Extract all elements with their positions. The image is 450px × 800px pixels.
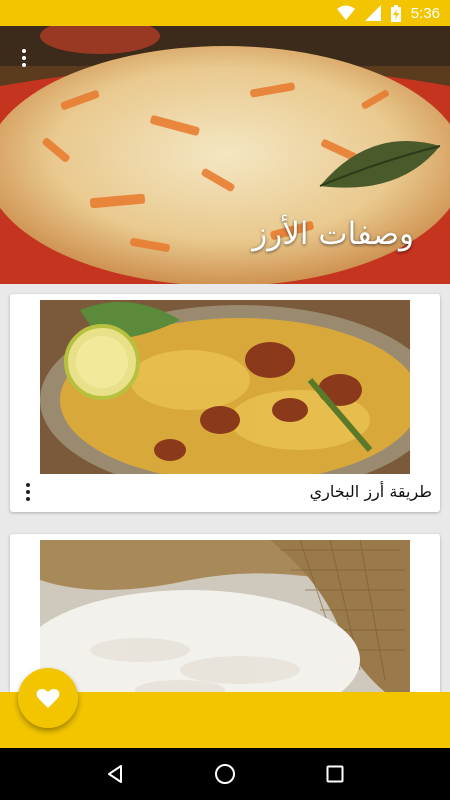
back-triangle-icon — [108, 765, 122, 783]
header-banner: وصفات الأرز — [0, 26, 450, 284]
recipe-title[interactable]: طريقة أرز البخاري — [310, 482, 432, 501]
recents-square-icon — [326, 765, 344, 783]
recipe-card-footer: طريقة أرز البخاري — [10, 474, 440, 512]
nav-recents-button[interactable] — [315, 754, 355, 794]
battery-charging-icon — [390, 4, 401, 22]
header-overflow-menu-icon[interactable] — [14, 46, 34, 70]
heart-icon — [36, 688, 60, 708]
status-bar: 5:36 — [0, 0, 450, 26]
signal-icon — [364, 5, 381, 21]
favorites-fab[interactable] — [18, 668, 78, 728]
home-circle-icon — [215, 764, 235, 784]
recipe-image[interactable] — [40, 300, 410, 474]
bukhari-rice-platter-photo — [40, 300, 410, 474]
recipe-card[interactable]: طريقة أرز البخاري — [10, 294, 440, 512]
system-nav-bar — [0, 748, 450, 800]
app-screen: 5:36 وصفات الأرز طريقة أرز البخاري — [0, 0, 450, 800]
status-time: 5:36 — [410, 4, 440, 22]
card-overflow-menu-icon[interactable] — [20, 480, 36, 504]
page-title: وصفات الأرز — [252, 216, 414, 252]
rice-sack-photo — [40, 540, 410, 714]
wifi-icon — [336, 5, 355, 21]
nav-home-button[interactable] — [205, 754, 245, 794]
nav-back-button[interactable] — [95, 754, 135, 794]
recipe-image[interactable] — [40, 540, 410, 714]
